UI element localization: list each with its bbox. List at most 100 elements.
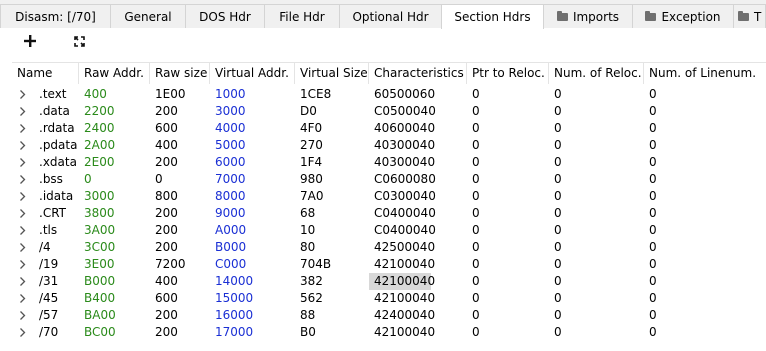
cell-num-of-reloc[interactable]: 0 [549,120,644,137]
chevron-right-icon[interactable] [18,277,27,286]
cell-num-of-reloc[interactable]: 0 [549,171,644,188]
cell-ptr-to-reloc[interactable]: 0 [467,290,549,307]
cell-num-of-reloc[interactable]: 0 [549,86,644,103]
cell-num-of-reloc[interactable]: 0 [549,256,644,273]
cell-name[interactable]: .idata [34,188,79,205]
cell-virtual-addr[interactable]: 5000 [210,137,295,154]
cell-characteristics[interactable]: 40600040 [369,120,467,137]
cell-raw-addr[interactable]: 2E00 [79,154,150,171]
cell-characteristics[interactable]: C0300040 [369,188,467,205]
cell-characteristics[interactable]: 40300040 [369,154,467,171]
cell-ptr-to-reloc[interactable]: 0 [467,324,549,341]
cell-ptr-to-reloc[interactable]: 0 [467,307,549,324]
table-row[interactable]: .tls 3A00 200 A000 10 C0400040 0 0 0 [12,222,766,239]
cell-num-of-reloc[interactable]: 0 [549,154,644,171]
cell-num-of-reloc[interactable]: 0 [549,239,644,256]
cell-characteristics[interactable]: 42100040 [369,324,467,341]
cell-num-of-linenum[interactable]: 0 [644,290,766,307]
cell-num-of-linenum[interactable]: 0 [644,324,766,341]
cell-characteristics[interactable]: C0600080 [369,171,467,188]
cell-ptr-to-reloc[interactable]: 0 [467,205,549,222]
tab-exception[interactable]: Exception [632,4,734,28]
cell-raw-addr[interactable]: B000 [79,273,150,290]
cell-name[interactable]: .data [34,103,79,120]
cell-ptr-to-reloc[interactable]: 0 [467,188,549,205]
cell-num-of-reloc[interactable]: 0 [549,137,644,154]
tab-general[interactable]: General [110,4,186,28]
cell-raw-addr[interactable]: 3800 [79,205,150,222]
cell-raw-addr[interactable]: B400 [79,290,150,307]
column-header-name[interactable]: Name [12,63,79,84]
chevron-right-icon[interactable] [18,209,27,218]
cell-num-of-reloc[interactable]: 0 [549,273,644,290]
table-row[interactable]: /45 B400 600 15000 562 42100040 0 0 0 [12,290,766,307]
cell-ptr-to-reloc[interactable]: 0 [467,256,549,273]
cell-raw-addr[interactable]: 2200 [79,103,150,120]
column-header-num-of-reloc[interactable]: Num. of Reloc. [549,63,644,84]
table-row[interactable]: .pdata 2A00 400 5000 270 40300040 0 0 0 [12,137,766,154]
cell-raw-addr[interactable]: 3A00 [79,222,150,239]
chevron-right-icon[interactable] [18,294,27,303]
cell-num-of-linenum[interactable]: 0 [644,154,766,171]
cell-raw-size[interactable]: 600 [150,120,210,137]
tab-disasm[interactable]: Disasm: [/70] [0,4,111,28]
table-row[interactable]: .data 2200 200 3000 D0 C0500040 0 0 0 [12,103,766,120]
cell-raw-size[interactable]: 7200 [150,256,210,273]
cell-num-of-linenum[interactable]: 0 [644,86,766,103]
cell-virtual-addr[interactable]: 3000 [210,103,295,120]
cell-virtual-addr[interactable]: 16000 [210,307,295,324]
chevron-right-icon[interactable] [18,226,27,235]
table-row[interactable]: .xdata 2E00 200 6000 1F4 40300040 0 0 0 [12,154,766,171]
cell-num-of-linenum[interactable]: 0 [644,171,766,188]
table-row[interactable]: .text 400 1E00 1000 1CE8 60500060 0 0 0 [12,86,766,103]
cell-name[interactable]: /19 [34,256,79,273]
cell-ptr-to-reloc[interactable]: 0 [467,222,549,239]
cell-virtual-size[interactable]: 1CE8 [295,86,369,103]
cell-virtual-addr[interactable]: 14000 [210,273,295,290]
cell-name[interactable]: .rdata [34,120,79,137]
tab-more[interactable]: T [733,4,766,28]
cell-raw-addr[interactable]: 3E00 [79,256,150,273]
table-row[interactable]: /31 B000 400 14000 382 42100040 0 0 0 [12,273,766,290]
cell-virtual-size[interactable]: 4F0 [295,120,369,137]
chevron-right-icon[interactable] [18,90,27,99]
cell-num-of-linenum[interactable]: 0 [644,103,766,120]
cell-name[interactable]: .pdata [34,137,79,154]
cell-ptr-to-reloc[interactable]: 0 [467,137,549,154]
cell-raw-size[interactable]: 1E00 [150,86,210,103]
chevron-right-icon[interactable] [18,243,27,252]
cell-raw-addr[interactable]: 2400 [79,120,150,137]
cell-raw-size[interactable]: 200 [150,154,210,171]
cell-virtual-addr[interactable]: B000 [210,239,295,256]
cell-virtual-size[interactable]: 1F4 [295,154,369,171]
cell-raw-addr[interactable]: 3000 [79,188,150,205]
chevron-right-icon[interactable] [18,141,27,150]
table-row[interactable]: /4 3C00 200 B000 80 42500040 0 0 0 [12,239,766,256]
cell-virtual-addr[interactable]: 4000 [210,120,295,137]
cell-characteristics[interactable]: 40300040 [369,137,467,154]
cell-raw-size[interactable]: 600 [150,290,210,307]
cell-virtual-size[interactable]: 270 [295,137,369,154]
tab-optional-hdr[interactable]: Optional Hdr [339,4,442,28]
cell-name[interactable]: /70 [34,324,79,341]
fit-button[interactable] [69,31,89,51]
cell-ptr-to-reloc[interactable]: 0 [467,239,549,256]
cell-characteristics[interactable]: 42100040 [369,273,435,290]
cell-virtual-size[interactable]: 704B [295,256,369,273]
cell-raw-addr[interactable]: BC00 [79,324,150,341]
cell-name[interactable]: /57 [34,307,79,324]
table-row[interactable]: .CRT 3800 200 9000 68 C0400040 0 0 0 [12,205,766,222]
chevron-right-icon[interactable] [18,175,27,184]
cell-virtual-addr[interactable]: C000 [210,256,295,273]
cell-characteristics[interactable]: 60500060 [369,86,467,103]
cell-virtual-addr[interactable]: 1000 [210,86,295,103]
cell-ptr-to-reloc[interactable]: 0 [467,120,549,137]
cell-num-of-reloc[interactable]: 0 [549,205,644,222]
column-header-ptr-to-reloc[interactable]: Ptr to Reloc. [467,63,549,84]
column-header-virtual-addr[interactable]: Virtual Addr. [210,63,295,84]
cell-raw-size[interactable]: 400 [150,273,210,290]
cell-num-of-linenum[interactable]: 0 [644,120,766,137]
cell-virtual-addr[interactable]: A000 [210,222,295,239]
cell-virtual-size[interactable]: 562 [295,290,369,307]
cell-name[interactable]: /45 [34,290,79,307]
